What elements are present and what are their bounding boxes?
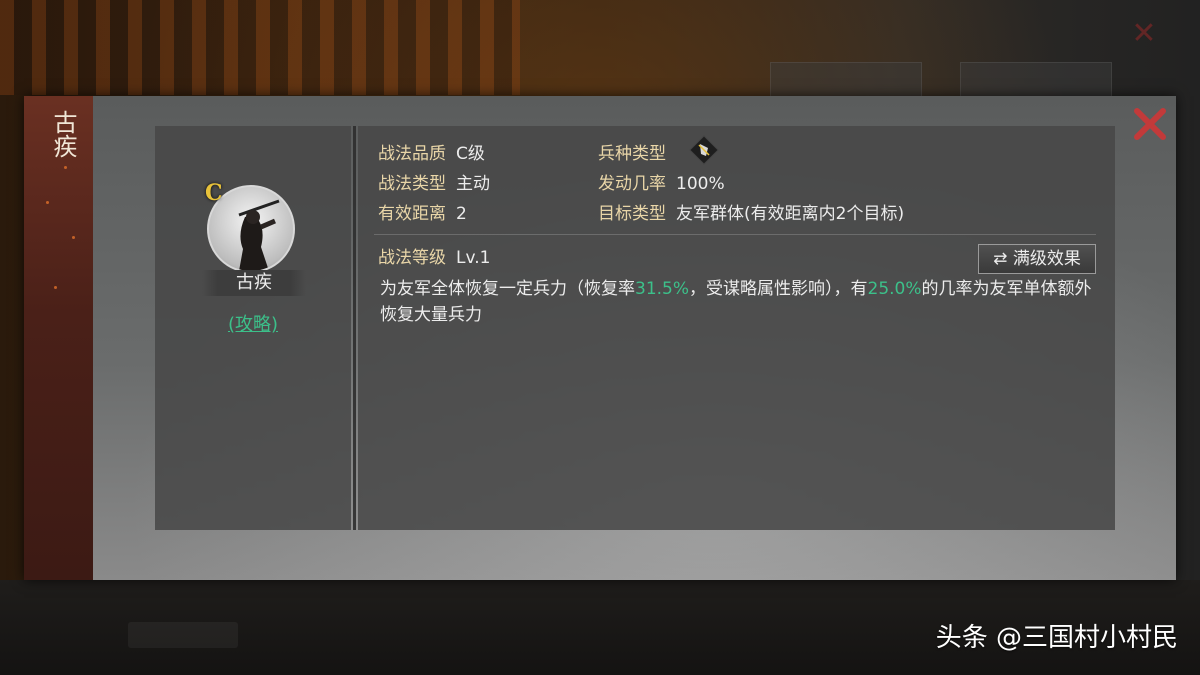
close-button[interactable]	[1130, 104, 1170, 144]
range-label: 有效距离	[378, 204, 446, 224]
target-type-label: 目标类型	[598, 204, 666, 224]
skill-portrait: C	[205, 181, 299, 277]
swap-arrows-icon: ⇄	[993, 249, 1008, 269]
section-divider	[374, 234, 1096, 235]
target-type-value: 友军群体(有效距离内2个目标)	[676, 204, 905, 224]
desc-text: ，受谋略属性影响），有	[689, 279, 868, 299]
skill-level-label: 战法等级	[378, 248, 446, 268]
ember-decoration	[46, 201, 49, 204]
close-x-icon	[1134, 108, 1166, 140]
extra-chance-value: 25.0%	[867, 279, 922, 299]
background-tab-2	[960, 62, 1112, 98]
skill-type-value: 主动	[456, 174, 490, 194]
max-level-effect-label: 满级效果	[1012, 249, 1081, 269]
strategy-link[interactable]: (攻略)	[155, 310, 351, 336]
trigger-rate-row: 发动几率 100%	[598, 172, 725, 196]
trigger-rate-label: 发动几率	[598, 174, 666, 194]
quality-row: 战法品质 C级	[378, 142, 485, 166]
background-tab-1	[770, 62, 922, 98]
trigger-rate-value: 100%	[676, 174, 725, 194]
modal-side-banner: 古疾	[24, 96, 93, 580]
troop-type-icon	[689, 135, 719, 165]
skill-info-panel: 战法品质 C级 兵种类型 战法类型 主动 发动几率 100% 有效距离 2 目标类型 友军…	[358, 126, 1115, 530]
background-pillars	[0, 0, 520, 95]
max-level-effect-button[interactable]: ⇄ 满级效果	[978, 244, 1096, 274]
skill-type-label: 战法类型	[378, 174, 446, 194]
modal-side-title: 古疾	[49, 110, 77, 158]
skill-description: 为友军全体恢复一定兵力（恢复率31.5%，受谋略属性影响），有25.0%的几率为…	[380, 276, 1100, 328]
ember-decoration	[64, 166, 67, 169]
ember-decoration	[72, 236, 75, 239]
grade-badge: C	[205, 180, 223, 206]
shield-icon	[689, 135, 719, 165]
skill-card: C 古疾 (攻略)	[155, 126, 351, 530]
panel-divider	[353, 126, 356, 530]
skill-detail-modal: 古疾 C 古疾 (攻略) 战法品质 C级 兵种类型 战法类型 主动 发动几率 1…	[24, 96, 1176, 580]
recovery-rate-value: 31.5%	[635, 279, 690, 299]
skill-type-row: 战法类型 主动	[378, 172, 490, 196]
watermark: 头条 @三国村小村民	[935, 623, 1178, 653]
ember-decoration	[54, 286, 57, 289]
range-row: 有效距离 2	[378, 202, 467, 226]
desc-text: 为友军全体恢复一定兵力（恢复率	[380, 279, 635, 299]
skill-name-plate: 古疾	[202, 270, 306, 296]
background-close-icon: ✕	[1131, 16, 1157, 51]
troop-type-row: 兵种类型	[598, 142, 666, 166]
skill-level-row: 战法等级 Lv.1	[378, 246, 490, 270]
background-bottom-item	[128, 622, 238, 648]
skill-level-value: Lv.1	[456, 248, 491, 268]
troop-type-label: 兵种类型	[598, 144, 666, 164]
range-value: 2	[456, 204, 467, 224]
quality-value: C级	[456, 144, 485, 164]
quality-label: 战法品质	[378, 144, 446, 164]
target-type-row: 目标类型 友军群体(有效距离内2个目标)	[598, 202, 904, 226]
